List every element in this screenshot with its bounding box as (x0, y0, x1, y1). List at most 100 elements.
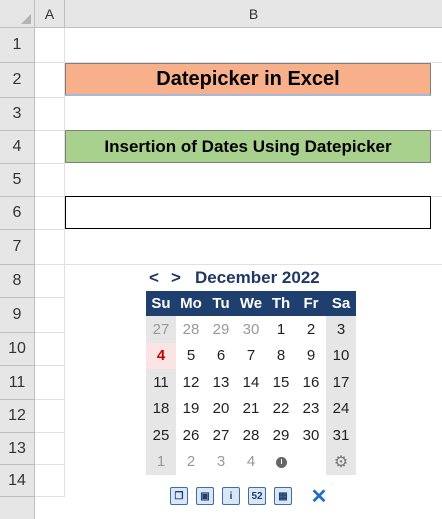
day-cell[interactable]: 28 (236, 422, 266, 449)
weekday-tue: Tu (206, 291, 236, 316)
day-cell[interactable]: 23 (296, 396, 326, 423)
prev-month-button[interactable]: < (149, 268, 159, 288)
close-icon[interactable]: ✕ (310, 486, 328, 508)
settings-button[interactable]: ⚙ (326, 448, 356, 475)
cell-b5[interactable] (65, 164, 442, 197)
time-button[interactable] (266, 449, 296, 476)
day-cell[interactable]: 20 (206, 396, 236, 423)
day-cell[interactable]: 21 (236, 396, 266, 423)
info-icon[interactable]: i (222, 487, 240, 505)
day-cell[interactable]: 18 (146, 395, 176, 422)
day-cell[interactable]: 31 (326, 422, 356, 449)
clock-icon (275, 456, 287, 468)
next-month-button[interactable]: > (171, 268, 181, 288)
row-header-12[interactable]: 12 (0, 400, 35, 433)
weekday-sat: Sa (326, 291, 356, 316)
day-cell[interactable]: 2 (176, 449, 206, 476)
week-row: 4 5 6 7 8 9 10 (146, 342, 356, 370)
cell-a6[interactable] (35, 197, 65, 230)
day-cell[interactable]: 22 (266, 396, 296, 423)
select-all-corner[interactable] (0, 0, 35, 28)
day-cell[interactable]: 4 (236, 449, 266, 476)
today-day-cell[interactable]: 4 (146, 342, 176, 369)
day-cell[interactable]: 28 (176, 316, 206, 343)
calendar-grid: Su Mo Tu We Th Fr Sa 27 28 29 30 1 2 3 4… (146, 291, 356, 475)
cell-a9[interactable] (35, 298, 65, 333)
cell-a5[interactable] (35, 164, 65, 197)
cell-b4-subtitle[interactable]: Insertion of Dates Using Datepicker (65, 130, 431, 163)
day-cell[interactable]: 15 (266, 369, 296, 396)
day-cell[interactable]: 3 (206, 449, 236, 476)
day-cell[interactable]: 30 (236, 316, 266, 343)
day-cell[interactable]: 26 (176, 422, 206, 449)
day-cell[interactable]: 30 (296, 422, 326, 449)
cell-b3[interactable] (65, 98, 442, 131)
cell-b6-date-input[interactable] (65, 196, 431, 229)
day-cell[interactable]: 10 (326, 342, 356, 369)
row-header-6[interactable]: 6 (0, 197, 35, 230)
row-header-8[interactable]: 8 (0, 265, 35, 298)
weekday-header-row: Su Mo Tu We Th Fr Sa (146, 291, 356, 316)
weekday-sun: Su (146, 291, 176, 316)
weekday-wed: We (236, 291, 266, 316)
cell-a3[interactable] (35, 98, 65, 131)
day-cell[interactable]: 1 (146, 448, 176, 475)
row-header-1[interactable]: 1 (0, 28, 35, 63)
day-cell[interactable]: 25 (146, 422, 176, 449)
empty-cell (296, 449, 326, 476)
week-row: 11 12 13 14 15 16 17 (146, 369, 356, 396)
row-header-2[interactable]: 2 (0, 63, 35, 98)
day-cell[interactable]: 7 (236, 343, 266, 370)
row-header-13[interactable]: 13 (0, 433, 35, 465)
datepicker-header: < > December 2022 (146, 266, 356, 290)
restore-icon[interactable]: ❐ (170, 487, 188, 505)
day-cell[interactable]: 19 (176, 396, 206, 423)
month-label[interactable]: December 2022 (195, 268, 320, 288)
week-number-icon[interactable]: 52 (248, 487, 266, 505)
day-cell[interactable]: 9 (296, 343, 326, 370)
day-cell[interactable]: 14 (236, 369, 266, 396)
row-header-10[interactable]: 10 (0, 333, 35, 366)
weekday-fri: Fr (296, 291, 326, 316)
row-header-5[interactable]: 5 (0, 164, 35, 197)
day-cell[interactable]: 29 (266, 422, 296, 449)
calendar-icon[interactable]: ▦ (274, 487, 292, 505)
cell-a10[interactable] (35, 333, 65, 366)
row-header-11[interactable]: 11 (0, 366, 35, 400)
day-cell[interactable]: 1 (266, 316, 296, 343)
day-cell[interactable]: 16 (296, 369, 326, 396)
row-header-7[interactable]: 7 (0, 230, 35, 265)
day-cell[interactable]: 13 (206, 369, 236, 396)
cell-a12[interactable] (35, 400, 65, 433)
cell-a4[interactable] (35, 131, 65, 164)
day-cell[interactable]: 2 (296, 316, 326, 343)
day-cell[interactable]: 6 (206, 343, 236, 370)
cell-b1[interactable] (65, 28, 442, 63)
row-header-9[interactable]: 9 (0, 298, 35, 333)
row-header-3[interactable]: 3 (0, 98, 35, 131)
cell-a1[interactable] (35, 28, 65, 63)
day-cell[interactable]: 24 (326, 395, 356, 422)
cell-a11[interactable] (35, 366, 65, 400)
cell-b7[interactable] (65, 230, 442, 265)
day-cell[interactable]: 8 (266, 343, 296, 370)
day-cell[interactable]: 29 (206, 316, 236, 343)
cell-a2[interactable] (35, 63, 65, 98)
day-cell[interactable]: 5 (176, 343, 206, 370)
row-header-4[interactable]: 4 (0, 131, 35, 164)
day-cell[interactable]: 11 (146, 369, 176, 396)
day-cell[interactable]: 17 (326, 369, 356, 396)
week-row: 18 19 20 21 22 23 24 (146, 395, 356, 423)
window-icon[interactable]: ▣ (196, 487, 214, 505)
cell-b2-title[interactable]: Datepicker in Excel (65, 63, 431, 96)
cell-a8[interactable] (35, 265, 65, 298)
cell-a13[interactable] (35, 433, 65, 465)
cell-a7[interactable] (35, 230, 65, 265)
column-header-b[interactable]: B (65, 0, 442, 28)
day-cell[interactable]: 27 (206, 422, 236, 449)
weekday-thu: Th (266, 291, 296, 316)
day-cell[interactable]: 12 (176, 369, 206, 396)
day-cell[interactable]: 27 (146, 316, 176, 343)
day-cell[interactable]: 3 (326, 316, 356, 343)
column-header-a[interactable]: A (35, 0, 65, 28)
